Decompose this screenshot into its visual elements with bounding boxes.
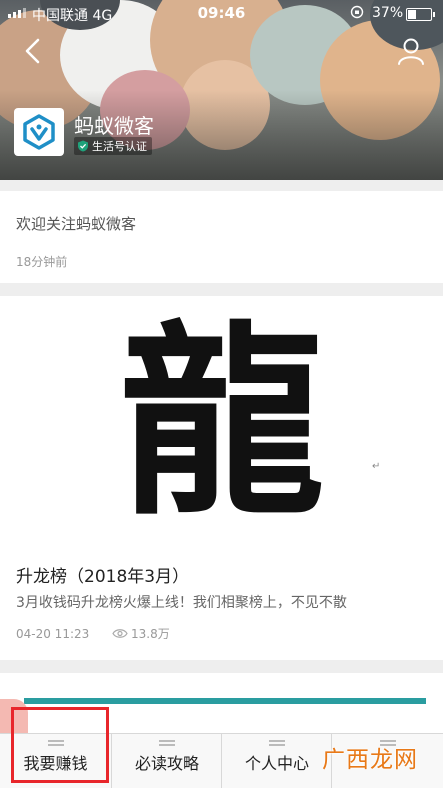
eye-icon bbox=[112, 629, 128, 638]
rotation-lock-icon bbox=[350, 5, 364, 19]
view-count: 13.8万 bbox=[112, 625, 170, 642]
ant-logo-icon bbox=[23, 114, 55, 150]
status-bar: 中国联通 4G 09:46 37% bbox=[0, 0, 443, 26]
menu-item-label: 必读攻略 bbox=[134, 754, 199, 773]
menu-item-personal-center[interactable]: 个人中心 bbox=[221, 734, 332, 788]
article-summary: 3月收钱码升龙榜火爆上线！我们相聚榜上，不见不散 bbox=[16, 595, 347, 611]
account-logo bbox=[14, 108, 64, 156]
dragon-calligraphy: 龍 bbox=[120, 303, 325, 542]
welcome-text: 欢迎关注蚂蚁微客 bbox=[16, 215, 137, 233]
view-count-value: 13.8万 bbox=[131, 627, 170, 641]
menu-handle-icon bbox=[269, 740, 285, 746]
user-icon[interactable] bbox=[396, 36, 426, 66]
article-card[interactable]: 龍 ↵ 升龙榜（2018年3月） 3月收钱码升龙榜火爆上线！我们相聚榜上，不见不… bbox=[0, 296, 443, 660]
verification-badge: 生活号认证 bbox=[74, 137, 152, 155]
shield-check-icon bbox=[78, 140, 88, 152]
watermark: 广西龙网 bbox=[322, 747, 418, 773]
account-name: 蚂蚁微客 bbox=[74, 114, 154, 138]
article-title[interactable]: 升龙榜（2018年3月） bbox=[16, 562, 189, 587]
message-time: 18分钟前 bbox=[16, 255, 68, 269]
next-article-image-strip bbox=[24, 698, 426, 704]
verification-label: 生活号认证 bbox=[92, 140, 147, 153]
menu-item-label: 个人中心 bbox=[244, 754, 309, 773]
chevron-left-icon[interactable] bbox=[20, 36, 46, 66]
return-mark-icon: ↵ bbox=[372, 461, 380, 472]
battery-percent: 37% bbox=[372, 5, 404, 21]
article-date: 04-20 11:23 bbox=[16, 627, 90, 641]
menu-item-guide[interactable]: 必读攻略 bbox=[111, 734, 222, 788]
welcome-message-card: 欢迎关注蚂蚁微客 18分钟前 bbox=[0, 191, 443, 283]
header-shade bbox=[0, 90, 443, 180]
menu-handle-icon bbox=[159, 740, 175, 746]
account-header: 中国联通 4G 09:46 37% 蚂蚁微客 生活号认证 bbox=[0, 0, 443, 180]
article-cover-image[interactable]: 龍 ↵ bbox=[0, 296, 443, 542]
battery-icon bbox=[406, 8, 435, 21]
highlight-annotation bbox=[11, 707, 109, 783]
